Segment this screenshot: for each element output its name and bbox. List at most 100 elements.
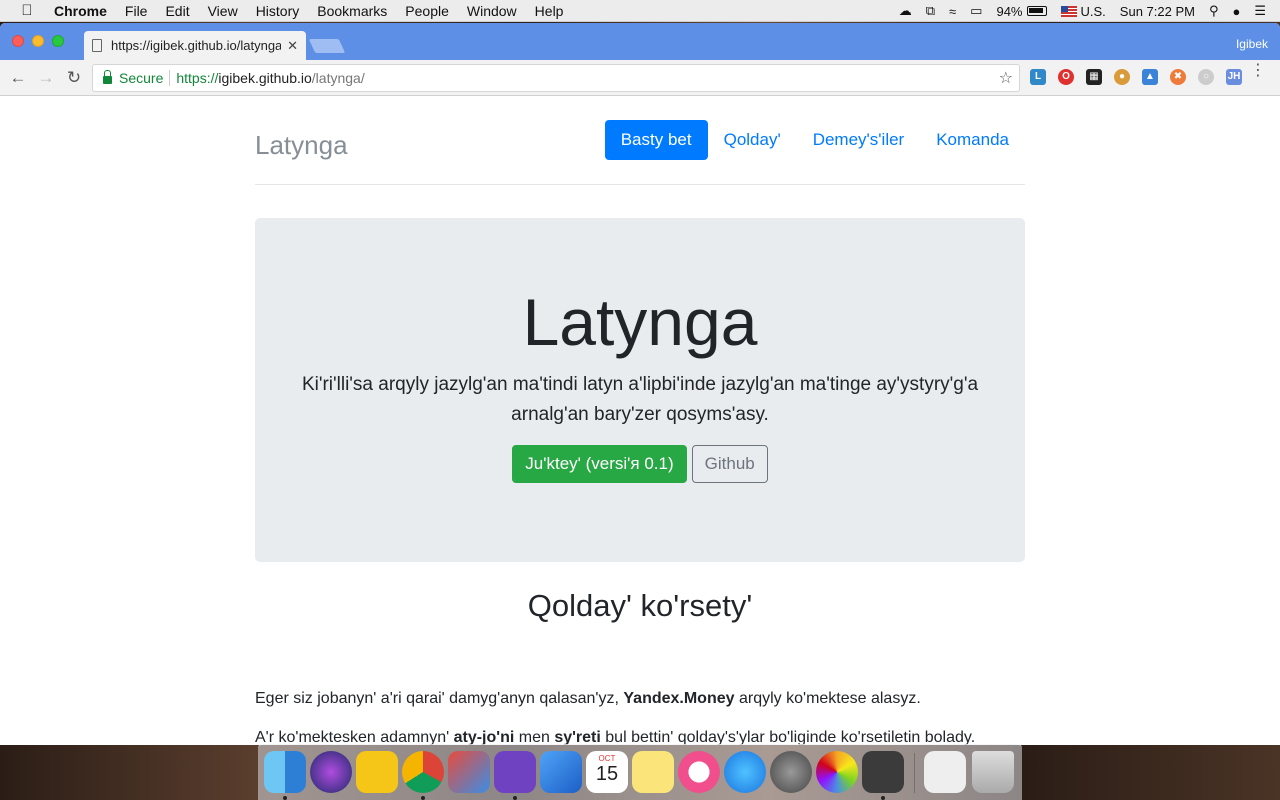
nav-demos[interactable]: Demey's'iler [797,120,921,160]
tips-icon[interactable] [356,751,398,793]
jumbotron: Latynga Ki'ri'lli'sa arqyly jazylg'an ma… [255,218,1025,562]
window-controls [12,35,64,47]
page-icon [92,39,102,52]
new-tab-button[interactable] [308,39,346,53]
calendar-icon[interactable]: OCT 15 [586,751,628,793]
menu-view[interactable]: View [208,3,238,19]
clock[interactable]: Sun 7:22 PM [1120,4,1195,19]
site-header: Latynga Basty bet Qolday' Demey's'iler K… [255,120,1025,185]
url-host: igibek.github.io [218,70,312,86]
finder-icon[interactable] [264,751,306,793]
extension-cookie-icon[interactable]: ● [1114,69,1130,85]
url-path: /latynga/ [311,70,365,86]
github-desktop-icon[interactable] [494,751,536,793]
address-separator [169,70,171,86]
download-button[interactable]: Ju'ktey' (versi'я 0.1) [512,445,687,483]
xcode-icon[interactable] [540,751,582,793]
siri-icon[interactable] [310,751,352,793]
minimize-window-button[interactable] [32,35,44,47]
site-brand[interactable]: Latynga [255,130,348,161]
site-nav: Basty bet Qolday' Demey's'iler Komanda [604,120,1025,160]
us-flag-icon [1060,5,1077,17]
p2-bold-photo: sy'reti [554,729,601,745]
battery-status[interactable]: 94% [996,3,1047,19]
extension-block-icon[interactable]: ✖ [1170,69,1186,85]
tab-strip: https://igibek.github.io/latynga ✕ Igibe… [0,23,1280,60]
close-window-button[interactable] [12,35,24,47]
p1-text-end: arqyly ko'mektese alasyz. [738,690,921,707]
chrome-icon[interactable] [402,751,444,793]
notification-center-icon[interactable]: ☰ [1254,3,1266,19]
chrome-menu-icon[interactable]: ⋮ [1250,63,1266,79]
address-bar[interactable]: Secure https:// igibek.github.io /latyng… [92,64,1020,92]
nav-team[interactable]: Komanda [920,120,1025,160]
cloud-upload-icon[interactable]: ☁ [899,3,912,19]
github-running-indicator [513,796,517,800]
p1-yandex-money: Yandex.Money [623,690,735,707]
menu-people[interactable]: People [405,3,449,19]
tab-title: https://igibek.github.io/latynga [111,38,282,53]
chrome-running-indicator [421,796,425,800]
vmware-icon[interactable] [448,751,490,793]
nav-home[interactable]: Basty bet [604,120,708,160]
extension-cap-icon[interactable]: ▲ [1142,69,1158,85]
profile-name[interactable]: Igibek [1236,37,1268,51]
url-scheme: https:// [176,70,219,86]
github-button[interactable]: Github [691,445,768,483]
bookmark-star-icon[interactable]: ☆ [999,68,1013,88]
lock-icon [103,70,112,84]
airplay-icon[interactable]: ▭ [970,3,982,19]
active-tab[interactable]: https://igibek.github.io/latynga ✕ [84,31,306,60]
apple-icon[interactable]:  [18,2,36,19]
p2-text-c: bul bettin' qolday's'ylar bo'liginde ko'… [605,729,921,745]
jumbotron-buttons: Ju'ktey' (versi'я 0.1) Github [255,445,1025,483]
input-source[interactable]: U.S. [1060,3,1106,19]
extension-opera-icon[interactable]: O [1058,69,1074,85]
notes-icon[interactable] [632,751,674,793]
calendar-month: OCT [598,754,616,763]
extension-jh-icon[interactable]: JH [1226,69,1242,85]
secure-label: Secure [119,70,164,86]
input-source-label: U.S. [1080,3,1106,19]
extension-qr-icon[interactable]: ▦ [1086,69,1102,85]
nav-support[interactable]: Qolday' [708,120,797,160]
extension-circle-icon[interactable]: ○ [1198,69,1214,85]
wifi-icon[interactable]: ≈ [949,4,956,19]
itunes-icon[interactable] [678,751,720,793]
screen-share-icon[interactable]: ⧉ [926,3,935,19]
menu-window[interactable]: Window [467,3,517,19]
fullscreen-window-button[interactable] [52,35,64,47]
battery-percent: 94% [996,3,1023,19]
app-store-icon[interactable] [724,751,766,793]
photos-icon[interactable] [816,751,858,793]
dock-divider [914,753,915,793]
p2-text-b: men [518,729,550,745]
forward-icon[interactable]: → [36,68,56,88]
menu-history[interactable]: History [256,3,300,19]
user-avatar-icon[interactable]: ● [1232,4,1240,19]
finder-running-indicator [283,796,287,800]
battery-icon [1026,6,1047,16]
menu-edit[interactable]: Edit [165,3,189,19]
system-preferences-icon[interactable] [770,751,812,793]
extension-l-icon[interactable]: L [1030,69,1046,85]
close-tab-icon[interactable]: ✕ [287,38,298,54]
p2-text-a: A'r ko'mektesken adamnyn' [255,729,450,745]
trash-icon[interactable] [972,751,1014,793]
dock: OCT 15 [258,744,1022,800]
jumbotron-title: Latynga [522,285,758,359]
reload-icon[interactable]: ↻ [64,68,84,88]
sublime-icon[interactable] [862,751,904,793]
p1-text-start: Eger siz jobanyn' a'ri qarai' damyg'anyn… [255,690,619,707]
web-page: Latynga Basty bet Qolday' Demey's'iler K… [0,96,1280,745]
spotlight-icon[interactable]: ⚲ [1209,3,1219,19]
support-heading: Qolday' ko'rsety' [527,588,753,623]
back-icon[interactable]: ← [8,68,28,88]
documents-icon[interactable] [924,751,966,793]
menu-file[interactable]: File [125,3,148,19]
sublime-running-indicator [881,796,885,800]
menu-bookmarks[interactable]: Bookmarks [317,3,387,19]
menu-help[interactable]: Help [535,3,564,19]
p2-bold-name: aty-jo'ni [453,729,515,745]
menu-app-chrome[interactable]: Chrome [54,3,107,19]
